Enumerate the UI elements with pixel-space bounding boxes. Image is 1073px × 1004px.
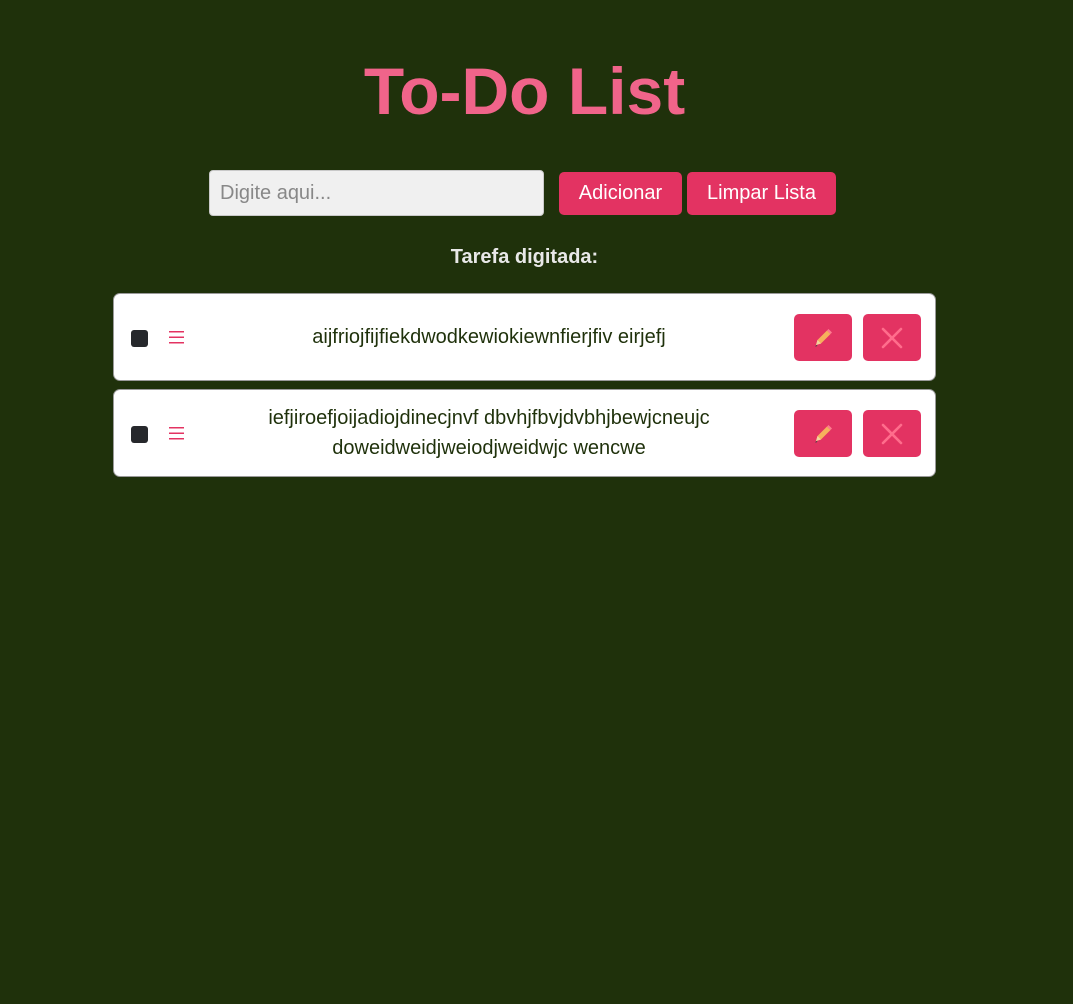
page-title: To-Do List — [363, 54, 686, 128]
add-button[interactable]: Adicionar — [559, 172, 682, 215]
task-text: aijfriojfijfiekdwodkewiokiewnfierjfiv ei… — [312, 326, 666, 348]
edit-button[interactable] — [794, 314, 852, 361]
task-input[interactable] — [209, 170, 544, 216]
task-item: aijfriojfijfiekdwodkewiokiewnfierjfiv ei… — [113, 293, 936, 381]
section-heading: Tarefa digitada: — [450, 246, 599, 268]
task-list: aijfriojfijfiekdwodkewiokiewnfierjfiv ei… — [113, 293, 936, 485]
delete-button[interactable] — [863, 314, 921, 361]
task-text: iefjiroefjoijadiojdinecjnvf dbvhjfbvjdvb… — [268, 407, 710, 459]
pencil-icon — [815, 328, 832, 347]
close-icon — [881, 423, 903, 444]
task-item: iefjiroefjoijadiojdinecjnvf dbvhjfbvjdvb… — [113, 389, 936, 477]
close-icon — [881, 327, 903, 348]
pencil-icon — [815, 424, 832, 443]
drag-handle-icon[interactable] — [168, 423, 185, 443]
task-checkbox[interactable] — [131, 426, 148, 443]
clear-list-button[interactable]: Limpar Lista — [687, 172, 836, 215]
drag-handle-icon[interactable] — [168, 327, 185, 347]
edit-button[interactable] — [794, 410, 852, 457]
todo-page: To-Do List Adicionar Limpar Lista Tarefa… — [0, 0, 1073, 1004]
task-checkbox[interactable] — [131, 330, 148, 347]
delete-button[interactable] — [863, 410, 921, 457]
